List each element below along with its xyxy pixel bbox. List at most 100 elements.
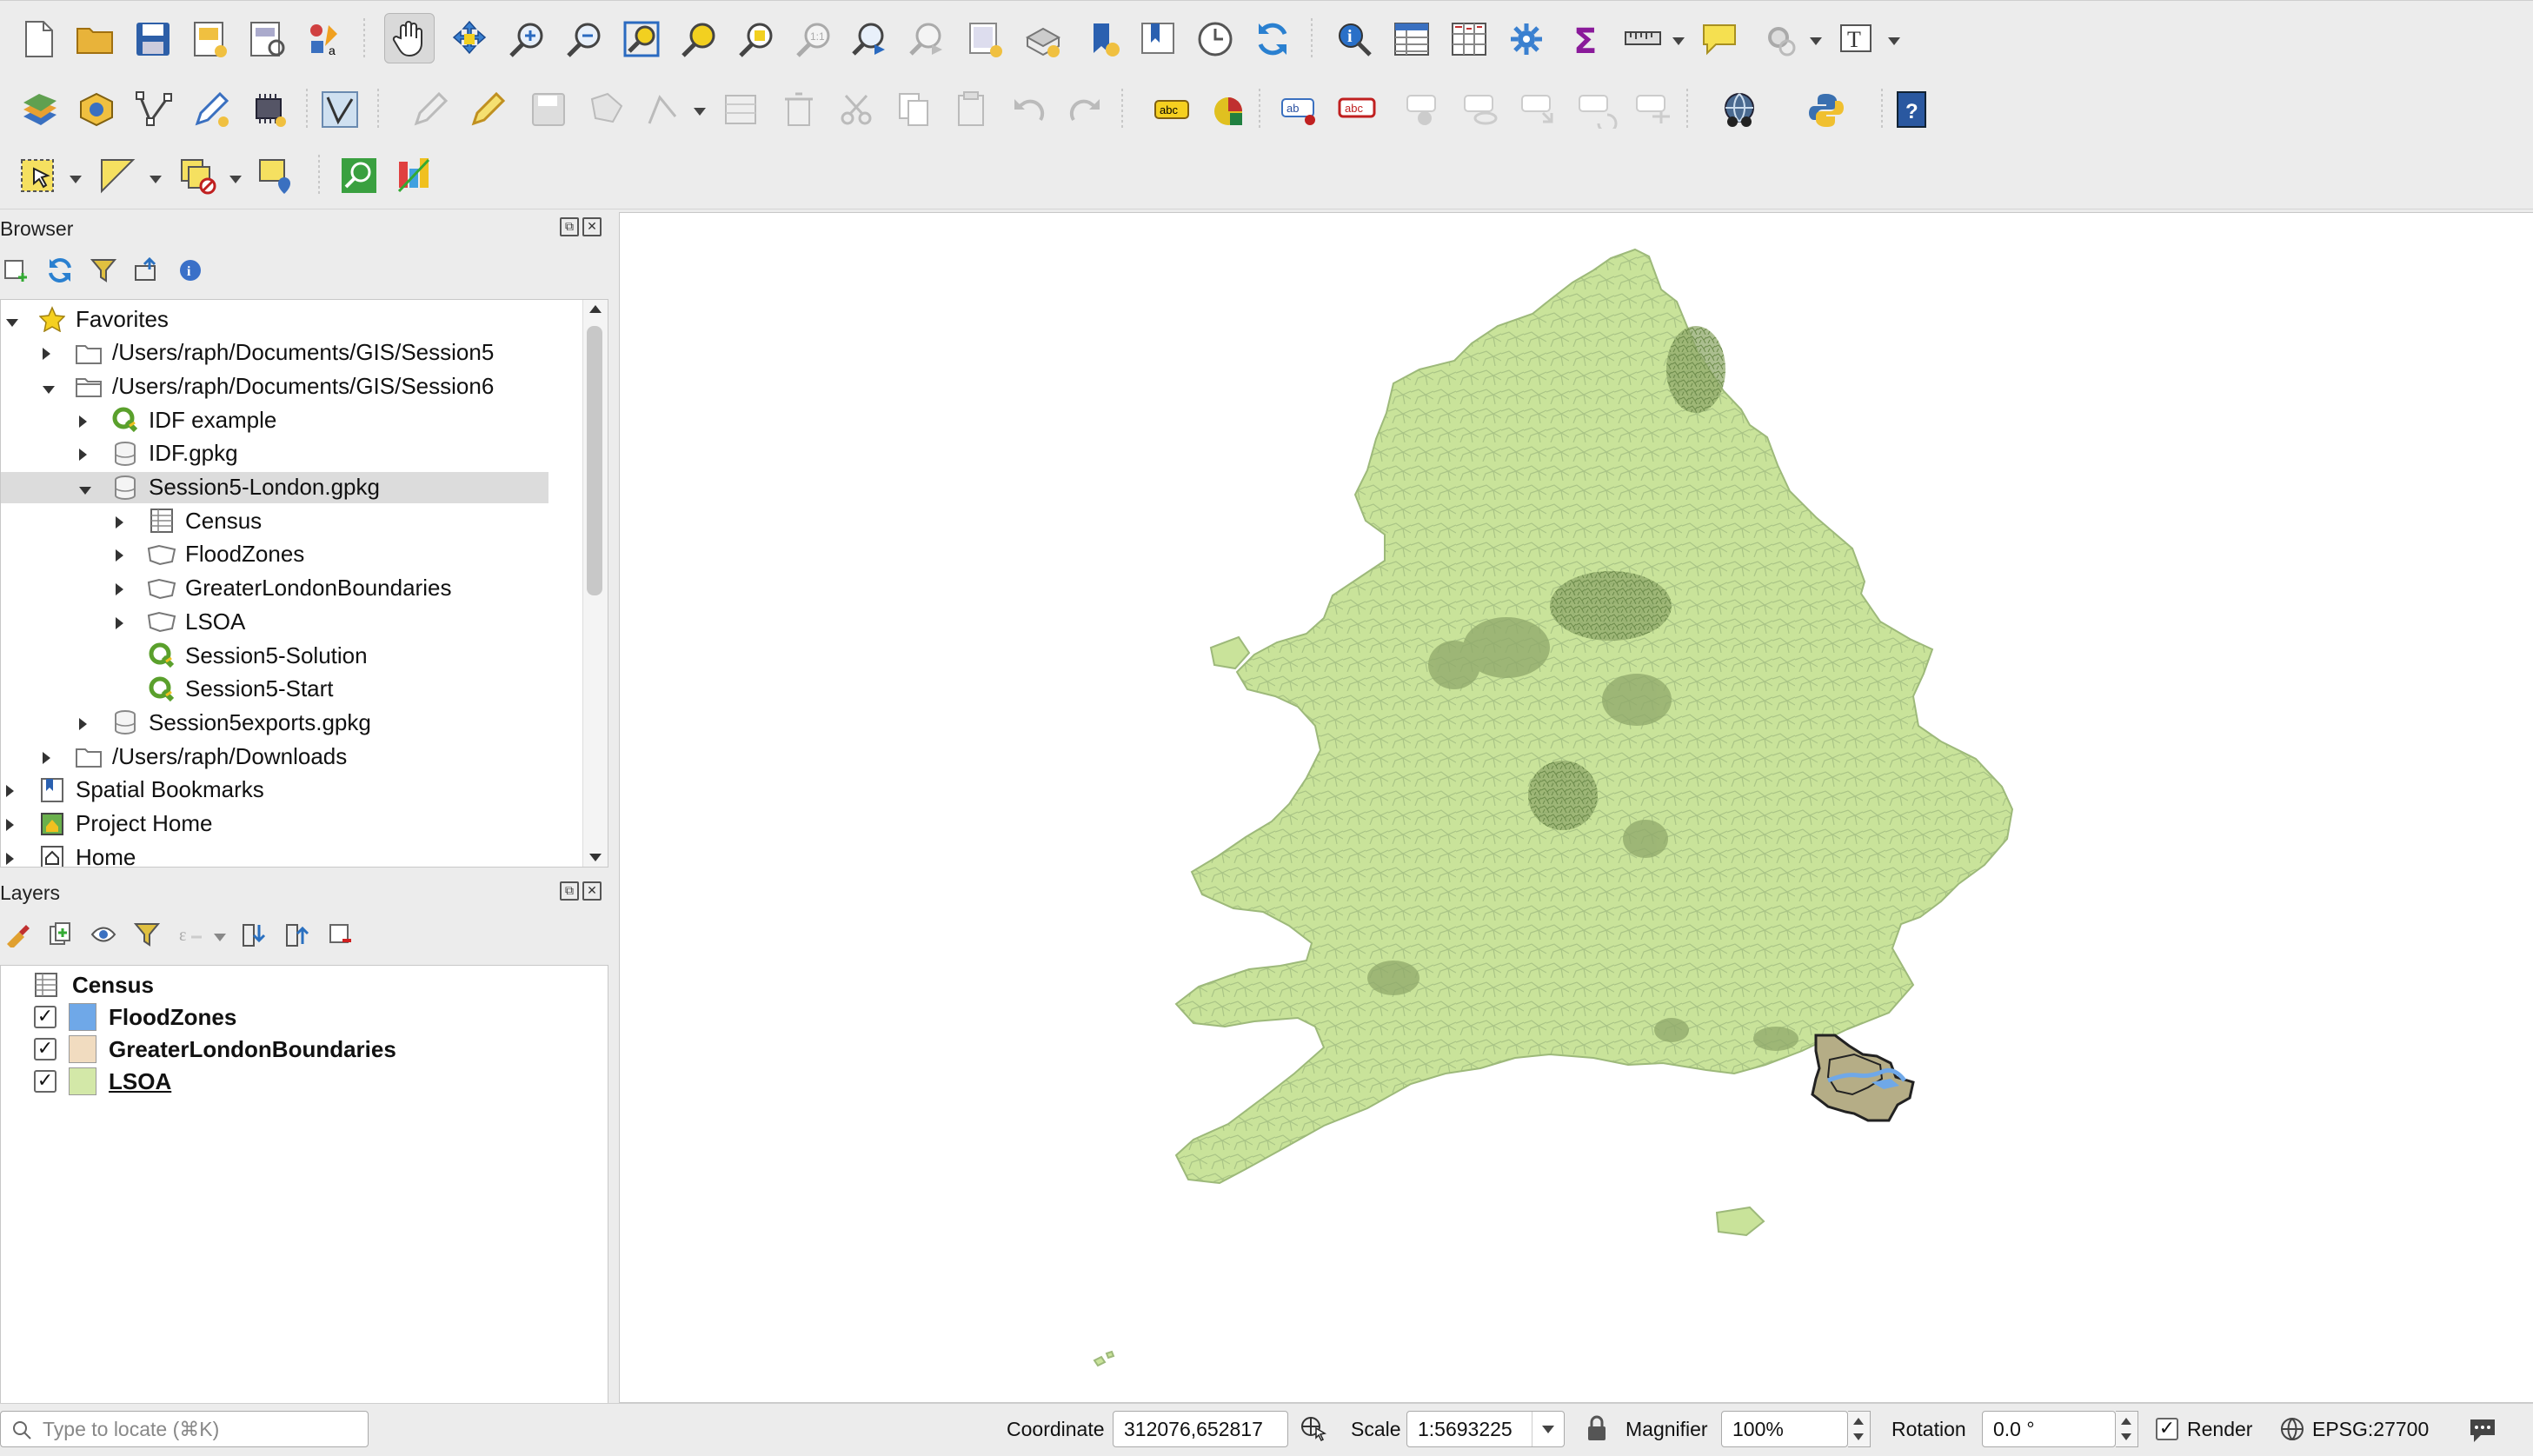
scroll-up-icon[interactable] [589,305,602,313]
change-label-icon[interactable] [1516,85,1565,134]
new-project-icon[interactable] [14,15,63,63]
expand-arrow-icon[interactable] [116,541,131,568]
refresh-icon[interactable] [1248,15,1297,63]
filter-expression-dropdown-icon[interactable] [214,934,226,941]
expand-arrow-icon[interactable] [79,407,95,434]
browser-tree-item[interactable]: Session5-Solution [1,640,583,671]
save-project-icon[interactable] [129,15,177,63]
attribute-table-icon[interactable] [1387,15,1436,63]
browser-tree-item[interactable]: /Users/raph/Documents/GIS/Session5 [1,337,583,369]
select-by-value-icon[interactable] [94,151,143,200]
remove-layer-icon[interactable] [327,921,353,947]
layout-manager-icon[interactable] [243,15,292,63]
expand-arrow-icon[interactable] [43,339,58,366]
browser-scrollbar[interactable] [582,300,608,867]
zoom-in-icon[interactable] [502,15,551,63]
add-group-icon[interactable] [47,921,73,947]
statistics-sum-icon[interactable]: Σ [1561,15,1610,63]
move-label-icon[interactable] [1401,85,1450,134]
zoom-next-icon[interactable] [904,15,953,63]
modify-attributes-icon[interactable] [718,85,767,134]
toggle-editing-icon[interactable] [464,85,513,134]
annotation-gear-icon[interactable] [1756,15,1805,63]
annotation-dropdown-icon[interactable] [1810,37,1822,45]
expand-arrow-icon[interactable] [116,608,131,635]
pan-map-icon[interactable] [384,13,435,63]
deselect-features-icon[interactable] [174,151,223,200]
diagram-icon[interactable] [1205,85,1253,134]
collapse-arrow-icon[interactable] [79,474,95,501]
close-panel-icon[interactable]: ✕ [582,217,602,236]
expand-all-icon[interactable] [240,921,266,947]
manage-visibility-icon[interactable] [90,921,116,947]
filter-browser-icon[interactable] [90,257,116,283]
zoom-out-icon[interactable] [560,15,608,63]
rotate-label-icon[interactable] [1459,85,1507,134]
browser-tree-item[interactable]: IDF example [1,404,583,435]
open-project-icon[interactable] [71,15,120,63]
rotation-spinner-icon[interactable] [2116,1411,2138,1447]
show-bookmarks-icon[interactable] [1134,15,1182,63]
new-geopackage-icon[interactable] [73,85,122,134]
layer-visibility-checkbox[interactable]: ✓ [34,1070,57,1093]
browser-tree-item[interactable]: Session5exports.gpkg [1,707,583,738]
expand-arrow-icon[interactable] [6,810,22,837]
scale-dropdown-icon[interactable] [1532,1412,1564,1446]
expand-arrow-icon[interactable] [6,844,22,867]
edit-pencil-icon[interactable] [188,85,236,134]
browser-tree-item[interactable]: FloodZones [1,539,583,570]
layer-item[interactable]: ✓ GreaterLondonBoundaries [34,1034,396,1065]
vertex-tool-icon[interactable] [316,85,365,134]
label-toolbar-icon[interactable]: abc [1147,85,1196,134]
expand-arrow-icon[interactable] [79,709,95,736]
browser-tree-item[interactable]: /Users/raph/Documents/GIS/Session6 [1,370,583,402]
browser-tree-item[interactable]: GreaterLondonBoundaries [1,573,583,604]
processing-toolbox-icon[interactable] [1502,15,1551,63]
qgis-web-icon[interactable] [391,151,440,200]
magnifier-spinbox[interactable]: 100% [1721,1411,1848,1447]
browser-tree-item[interactable]: Project Home [1,808,583,840]
current-edits-icon[interactable] [407,85,455,134]
copy-features-icon[interactable] [890,85,939,134]
gps-icon[interactable] [245,85,294,134]
measure-dropdown-icon[interactable] [1672,37,1685,45]
scroll-down-icon[interactable] [589,854,602,861]
vertex-edit-dropdown-icon[interactable] [694,108,706,116]
filter-expression-icon[interactable]: ε [177,921,203,947]
expand-arrow-icon[interactable] [43,743,58,770]
field-calculator-icon[interactable] [1445,15,1493,63]
identify-icon[interactable]: i [1330,15,1379,63]
highlight-label-icon[interactable]: abc [1333,85,1382,134]
browser-tree-item[interactable]: LSOA [1,606,583,637]
collapse-all-layers-icon[interactable] [283,921,309,947]
lock-scale-icon[interactable] [1586,1414,1608,1442]
undo-icon[interactable] [1005,85,1054,134]
filter-legend-icon[interactable] [134,921,160,947]
map-tips-icon[interactable] [1695,15,1744,63]
paste-features-icon[interactable] [947,85,996,134]
layer-item[interactable]: ✓ FloodZones [34,1001,236,1033]
toggle-extents-mouse-icon[interactable] [1299,1414,1328,1444]
collapse-arrow-icon[interactable] [6,306,22,333]
pin-label-icon[interactable]: ab [1276,85,1325,134]
map-canvas[interactable] [619,212,2533,1403]
text-annotation-dropdown-icon[interactable] [1888,37,1900,45]
save-edits-icon[interactable] [525,85,574,134]
plugin-globe-icon[interactable] [1716,85,1765,134]
map-svg[interactable] [620,213,2533,1402]
layer-styling-icon[interactable] [3,921,30,947]
layer-item[interactable]: ✓ LSOA [34,1066,171,1097]
text-annotation-icon[interactable]: T [1832,15,1881,63]
delete-selected-icon[interactable] [775,85,824,134]
refresh-browser-icon[interactable] [47,257,73,283]
layer-item[interactable]: Census [34,969,154,1001]
browser-tree-item[interactable]: Favorites [1,303,583,335]
expand-arrow-icon[interactable] [116,575,131,602]
locate-search-input[interactable]: Type to locate (⌘K) [0,1411,369,1447]
collapse-all-icon[interactable] [134,257,160,283]
zoom-to-selection-icon[interactable] [675,15,723,63]
magnifier-spinner-icon[interactable] [1848,1411,1871,1447]
scale-combobox[interactable]: 1:5693225 [1406,1411,1565,1447]
show-pinned-label-icon[interactable] [1631,85,1679,134]
coordinate-field[interactable]: 312076,652817 [1113,1411,1288,1447]
